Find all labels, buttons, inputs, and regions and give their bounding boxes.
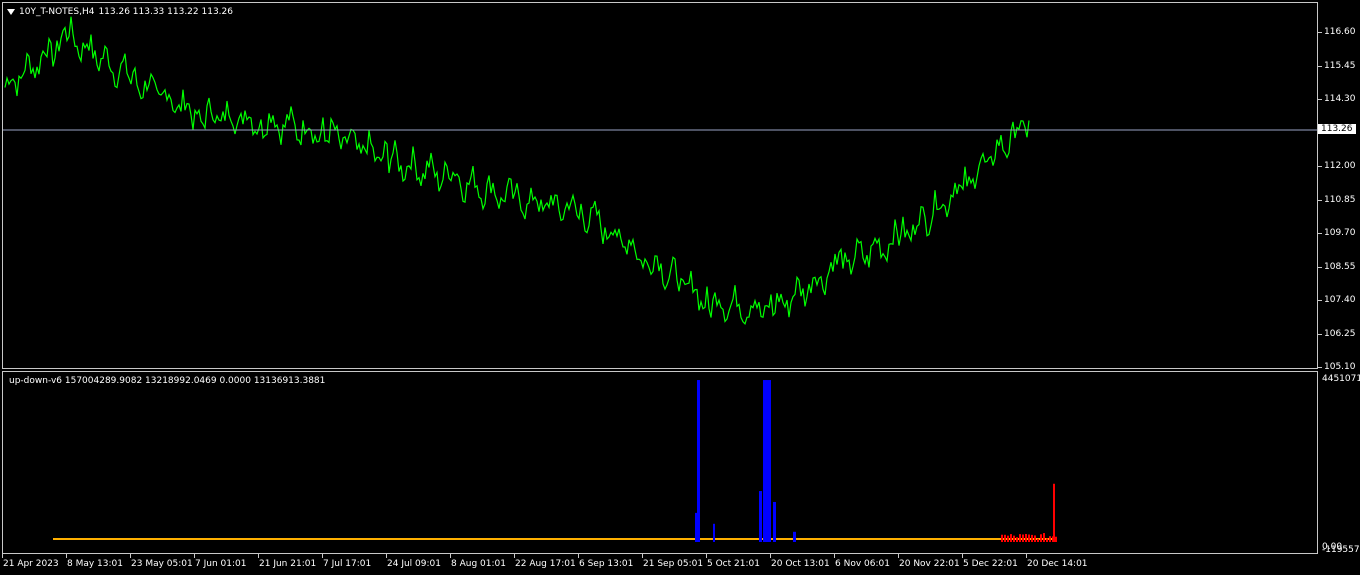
time-tick-label: 6 Sep 13:01 <box>579 559 634 569</box>
down-bar <box>1019 534 1021 542</box>
price-tick <box>1318 367 1322 368</box>
time-tick-label: 20 Oct 13:01 <box>771 559 830 569</box>
time-tick-label: 5 Dec 22:01 <box>963 559 1018 569</box>
time-tick <box>130 554 131 558</box>
time-tick <box>898 554 899 558</box>
time-tick-label: 5 Oct 21:01 <box>707 559 760 569</box>
indicator-axis-min: -119557 <box>1322 545 1360 555</box>
price-tick <box>1318 199 1322 201</box>
price-tick <box>1318 166 1322 167</box>
price-tick-label: 116.60 <box>1324 27 1356 37</box>
down-bar <box>1034 535 1036 542</box>
time-tick-label: 23 May 05:01 <box>131 559 193 569</box>
price-tick <box>1318 32 1322 33</box>
down-bar <box>1049 536 1051 542</box>
down-bar <box>1052 536 1054 542</box>
down-bar <box>1053 483 1055 542</box>
up-bar <box>713 523 715 542</box>
up-bar <box>759 491 762 542</box>
time-tick <box>66 554 67 558</box>
indicator-histogram <box>53 380 1057 542</box>
down-bar <box>1031 534 1033 542</box>
time-tick <box>2 554 3 558</box>
time-tick <box>450 554 451 558</box>
down-bar <box>1043 533 1045 542</box>
time-tick-label: 22 Aug 17:01 <box>515 559 576 569</box>
down-bar <box>1001 536 1003 542</box>
price-tick-label: 112.00 <box>1324 161 1356 171</box>
time-tick <box>578 554 579 558</box>
time-tick <box>770 554 771 558</box>
time-tick-label: 7 Jun 01:01 <box>195 559 247 569</box>
price-tick-label: 106.25 <box>1324 328 1356 339</box>
time-tick <box>322 554 323 558</box>
down-bar <box>1004 534 1006 542</box>
time-axis: 21 Apr 2023 8 May 13:01 23 May 05:01 7 Jun … <box>0 554 1318 575</box>
down-bar <box>1007 535 1009 542</box>
price-tick <box>1318 233 1322 234</box>
up-bar <box>763 380 771 542</box>
up-bar <box>773 501 776 542</box>
price-tick-label: 114.30 <box>1324 94 1356 104</box>
time-tick <box>642 554 643 558</box>
time-tick-label: 21 Sep 05:01 <box>643 559 704 569</box>
time-tick <box>194 554 195 558</box>
down-bar <box>1055 536 1057 542</box>
price-tick-label: 115.45 <box>1324 60 1356 71</box>
down-bar <box>1046 538 1048 542</box>
price-tick <box>1318 99 1322 100</box>
down-bar <box>1013 535 1015 542</box>
time-tick-label: 24 Jul 09:01 <box>387 559 441 569</box>
time-tick-label: 20 Dec 14:01 <box>1027 559 1088 569</box>
time-tick-label: 20 Nov 22:01 <box>899 559 960 569</box>
down-bar <box>1010 534 1012 542</box>
price-tick <box>1318 65 1322 67</box>
price-tick <box>1318 333 1322 335</box>
price-axis: 116.60 115.45 114.30 112.00 110.85 109.70 108.… <box>1318 2 1360 372</box>
price-chart-pane[interactable]: 10Y_T-NOTES,H4 113.26 113.33 113.22 113.… <box>2 2 1318 369</box>
time-tick-label: 21 Jun 21:01 <box>259 559 317 569</box>
price-tick-label: 108.55 <box>1324 261 1356 272</box>
price-tick <box>1318 300 1322 301</box>
price-tick-label: 110.85 <box>1324 194 1356 205</box>
down-bar <box>1016 537 1018 542</box>
down-bar <box>1022 534 1024 542</box>
current-price-box: 113.26 <box>1318 124 1356 134</box>
price-tick <box>1318 266 1322 268</box>
indicator-axis: 44510716 0.00 -119557 <box>1318 371 1360 555</box>
time-tick <box>1026 554 1027 558</box>
indicator-axis-max: 44510716 <box>1322 374 1360 384</box>
time-tick <box>706 554 707 558</box>
time-tick <box>962 554 963 558</box>
time-tick-label: 8 May 13:01 <box>67 559 123 569</box>
time-tick <box>834 554 835 558</box>
price-tick-label: 107.40 <box>1324 295 1356 305</box>
time-tick <box>386 554 387 558</box>
down-bar <box>1037 538 1039 542</box>
up-bar <box>695 512 699 542</box>
price-tick-label: 109.70 <box>1324 228 1356 238</box>
time-tick-label: 6 Nov 06:01 <box>835 559 890 569</box>
price-series-line <box>4 16 1030 326</box>
time-tick-label: 21 Apr 2023 <box>3 559 59 569</box>
time-tick <box>258 554 259 558</box>
price-line-plot <box>3 16 1317 326</box>
time-tick-label: 7 Jul 17:01 <box>323 559 372 569</box>
down-bar <box>1025 533 1027 542</box>
time-tick <box>514 554 515 558</box>
time-tick-label: 8 Aug 01:01 <box>451 559 506 569</box>
up-bar <box>793 531 796 542</box>
down-bar <box>1040 534 1042 542</box>
indicator-pane[interactable]: up-down-v6 157004289.9082 13218992.0469 … <box>2 371 1318 554</box>
down-bar <box>1028 534 1030 542</box>
